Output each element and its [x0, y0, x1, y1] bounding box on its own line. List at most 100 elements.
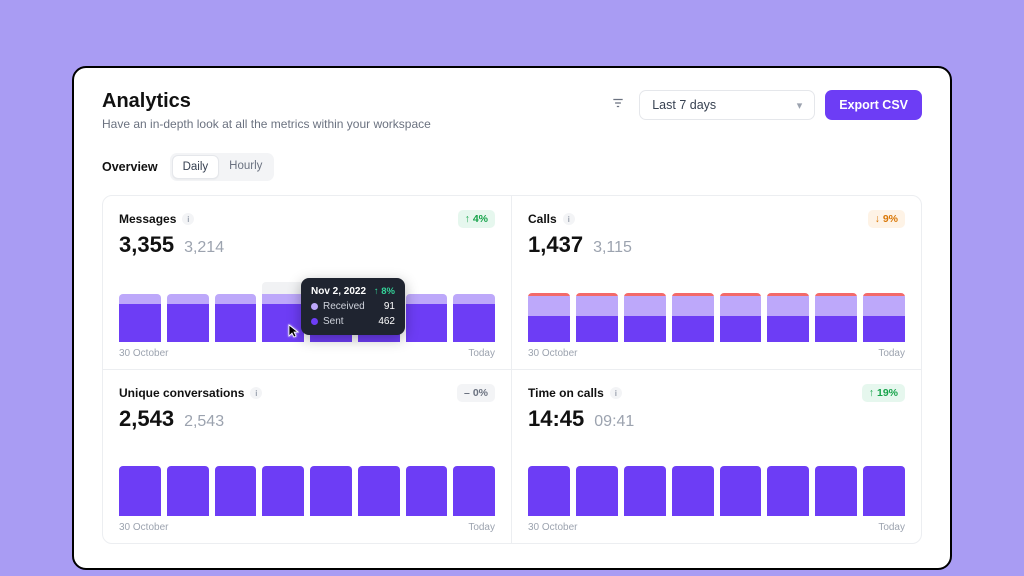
axis-start: 30 October: [528, 348, 577, 359]
axis-start: 30 October: [528, 522, 577, 533]
metric-value: 14:45: [528, 406, 584, 432]
bar[interactable]: [767, 293, 809, 342]
bar[interactable]: [310, 466, 352, 516]
bar[interactable]: [406, 294, 448, 342]
axis-end: Today: [468, 348, 495, 359]
card-calls: Calls i ↓ 9% 1,437 3,115: [512, 196, 921, 370]
date-range-value: Last 7 days: [652, 98, 716, 112]
chart-calls[interactable]: [528, 286, 905, 342]
bar[interactable]: [167, 294, 209, 342]
chart-tooltip: Nov 2, 2022 ↑ 8% Received 91 Sent 462: [301, 278, 405, 335]
bar[interactable]: [119, 466, 161, 516]
bar[interactable]: [815, 293, 857, 342]
bar[interactable]: [576, 293, 618, 342]
bar[interactable]: [767, 466, 809, 516]
tooltip-sent-value: 462: [378, 316, 395, 327]
bar[interactable]: [624, 293, 666, 342]
bar[interactable]: [528, 466, 570, 516]
bar[interactable]: [406, 466, 448, 516]
bar[interactable]: [453, 466, 495, 516]
card-label-text: Time on calls: [528, 386, 604, 400]
card-messages: Messages i ↑ 4% 3,355 3,214: [103, 196, 512, 370]
header-titles: Analytics Have an in-depth look at all t…: [102, 90, 431, 131]
tab-overview[interactable]: Overview: [102, 156, 170, 178]
tab-daily[interactable]: Daily: [172, 155, 220, 179]
bar[interactable]: [262, 466, 304, 516]
header-actions: Last 7 days ▾ Export CSV: [607, 90, 922, 120]
metric-secondary: 2,543: [184, 413, 224, 431]
card-label: Calls i: [528, 212, 575, 226]
bar[interactable]: [624, 466, 666, 516]
trend-badge: – 0%: [457, 384, 495, 402]
arrow-up-icon: ↑: [465, 213, 470, 225]
dot-icon: [311, 318, 318, 325]
bar[interactable]: [672, 466, 714, 516]
info-icon[interactable]: i: [182, 213, 194, 225]
metric-value: 3,355: [119, 232, 174, 258]
chart-axis: 30 October Today: [119, 522, 495, 533]
bar[interactable]: [167, 466, 209, 516]
filter-icon[interactable]: [607, 92, 629, 119]
bar[interactable]: [215, 466, 257, 516]
bar[interactable]: [672, 293, 714, 342]
metrics-grid: Messages i ↑ 4% 3,355 3,214: [102, 195, 922, 544]
info-icon[interactable]: i: [610, 387, 622, 399]
export-csv-button[interactable]: Export CSV: [825, 90, 922, 120]
axis-start: 30 October: [119, 348, 168, 359]
tabs-row: Overview Daily Hourly: [102, 153, 922, 181]
axis-end: Today: [468, 522, 495, 533]
trend-badge: ↑ 19%: [862, 384, 905, 402]
chevron-down-icon: ▾: [797, 99, 803, 112]
tab-granularity-group: Daily Hourly: [170, 153, 275, 181]
card-label: Unique conversations i: [119, 386, 262, 400]
bar[interactable]: [453, 294, 495, 342]
date-range-select[interactable]: Last 7 days ▾: [639, 90, 815, 120]
page-subtitle: Have an in-depth look at all the metrics…: [102, 117, 431, 131]
trend-value: 19%: [877, 387, 898, 399]
card-label: Messages i: [119, 212, 194, 226]
info-icon[interactable]: i: [250, 387, 262, 399]
bar[interactable]: [358, 466, 400, 516]
tooltip-pct: ↑ 8%: [374, 286, 395, 297]
card-label-text: Messages: [119, 212, 176, 226]
axis-start: 30 October: [119, 522, 168, 533]
metric-value: 2,543: [119, 406, 174, 432]
axis-end: Today: [878, 522, 905, 533]
bar[interactable]: [720, 293, 762, 342]
chart-axis: 30 October Today: [528, 522, 905, 533]
tooltip-date: Nov 2, 2022: [311, 286, 366, 297]
arrow-down-icon: ↓: [875, 213, 880, 225]
bar[interactable]: [119, 294, 161, 342]
trend-badge: ↑ 4%: [458, 210, 495, 228]
dash-icon: –: [464, 387, 470, 399]
bar[interactable]: [720, 466, 762, 516]
card-conversations: Unique conversations i – 0% 2,543 2,543: [103, 370, 512, 543]
bar[interactable]: [815, 466, 857, 516]
chart-axis: 30 October Today: [528, 348, 905, 359]
card-label-text: Unique conversations: [119, 386, 244, 400]
dot-icon: [311, 303, 318, 310]
trend-value: 4%: [473, 213, 488, 225]
trend-badge: ↓ 9%: [868, 210, 905, 228]
bar[interactable]: [863, 293, 905, 342]
chart-conversations[interactable]: [119, 460, 495, 516]
chart-axis: 30 October Today: [119, 348, 495, 359]
card-time-on-calls: Time on calls i ↑ 19% 14:45 09:41: [512, 370, 921, 543]
page-title: Analytics: [102, 90, 431, 113]
bar[interactable]: [215, 294, 257, 342]
bar[interactable]: [528, 293, 570, 342]
metric-value: 1,437: [528, 232, 583, 258]
app-window: Analytics Have an in-depth look at all t…: [72, 66, 952, 570]
tab-hourly[interactable]: Hourly: [219, 155, 272, 179]
bar[interactable]: [576, 466, 618, 516]
info-icon[interactable]: i: [563, 213, 575, 225]
chart-time-on-calls[interactable]: [528, 460, 905, 516]
card-label-text: Calls: [528, 212, 557, 226]
metric-secondary: 09:41: [594, 413, 634, 431]
trend-value: 0%: [473, 387, 488, 399]
tooltip-received-label: Received: [323, 301, 365, 312]
axis-end: Today: [878, 348, 905, 359]
cursor-icon: [288, 324, 300, 341]
metric-secondary: 3,115: [593, 239, 632, 257]
bar[interactable]: [863, 466, 905, 516]
